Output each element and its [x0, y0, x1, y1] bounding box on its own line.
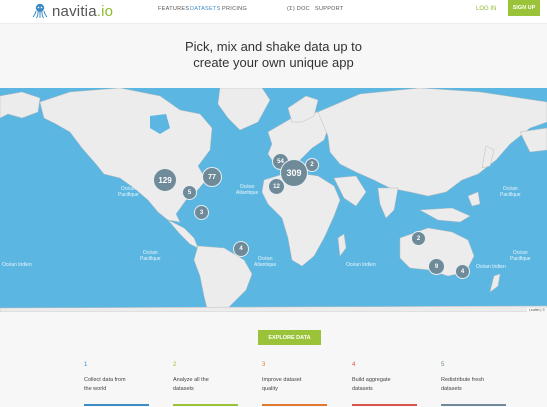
map-cluster-marker[interactable]: 3	[194, 205, 209, 220]
step-underline	[441, 404, 506, 406]
logo[interactable]: navitia.io	[31, 1, 113, 21]
step-item: 5 Redistribute fresh datasets	[441, 362, 511, 406]
world-map[interactable]: Océan Pacifique Océan Atlantique Océan Paci…	[0, 88, 547, 312]
step-item: 2 Analyze all the datasets	[173, 362, 243, 406]
map-cluster-marker[interactable]: 5	[182, 185, 197, 200]
ocean-label-pacifique-nw: Océan Pacifique	[500, 186, 521, 198]
step-underline	[262, 404, 327, 406]
logo-suffix: .io	[96, 2, 114, 20]
step-number: 5	[441, 362, 445, 368]
octopus-logo-icon	[32, 3, 48, 19]
step-description: Analyze all the datasets	[173, 377, 209, 392]
map-cluster-marker[interactable]: 2	[411, 231, 426, 246]
logo-text: navitia	[52, 2, 97, 20]
ocean-label-indien-center: Océan Indien	[346, 262, 376, 268]
nav-pricing[interactable]: PRICING	[222, 6, 247, 12]
step-number: 3	[262, 362, 266, 368]
nav-doc[interactable]: (Σ) DOC	[287, 6, 310, 12]
ocean-label-atlantique-n: Océan Atlantique	[236, 184, 259, 196]
ocean-label-pacifique-ne: Océan Pacifique	[118, 186, 139, 198]
page-headline: Pick, mix and shake data up to create yo…	[0, 39, 547, 71]
step-item: 3 Improve dataset quality	[262, 362, 332, 406]
step-underline	[84, 404, 149, 406]
step-underline	[352, 404, 417, 406]
map-cluster-marker[interactable]: 77	[202, 167, 222, 187]
step-item: 4 Build aggregate datasets	[352, 362, 422, 406]
nav-datasets[interactable]: DATASETS	[190, 6, 221, 12]
step-number: 2	[173, 362, 177, 368]
map-cluster-marker[interactable]: 4	[455, 264, 470, 279]
nav-features[interactable]: FEATURES	[158, 6, 189, 12]
ocean-label-pacifique-se: Océan Pacifique	[140, 250, 161, 262]
step-description: Improve dataset quality	[262, 377, 302, 392]
map-cluster-marker[interactable]: 129	[153, 168, 177, 192]
headline-line-1: Pick, mix and shake data up to	[184, 39, 363, 54]
ocean-label-indien-left: Océan Indien	[2, 262, 32, 268]
step-item: 1 Collect data from the world	[84, 362, 154, 406]
step-number: 4	[352, 362, 356, 368]
step-underline	[173, 404, 238, 406]
step-description: Collect data from the world	[84, 377, 126, 392]
step-description: Build aggregate datasets	[352, 377, 391, 392]
ocean-label-pacifique-sw: Océan Pacifique	[510, 250, 531, 262]
map-cluster-marker[interactable]: 12	[268, 178, 285, 195]
ocean-label-indien-right: Océan Indien	[476, 264, 506, 270]
map-attribution[interactable]: Leaflet | ©	[527, 308, 547, 312]
ocean-label-atlantique-s: Océan Atlantique	[254, 256, 277, 268]
map-cluster-marker[interactable]: 4	[233, 241, 249, 257]
explore-data-button[interactable]: EXPLORE DATA	[258, 330, 321, 345]
map-cluster-marker[interactable]: 9	[428, 258, 445, 275]
login-link[interactable]: LOG IN	[476, 6, 496, 12]
headline-line-2: create your own unique app	[193, 55, 354, 70]
top-navbar: navitia.io FEATURES DATASETS PRICING (Σ)…	[0, 0, 547, 24]
step-description: Redistribute fresh datasets	[441, 377, 485, 392]
step-number: 1	[84, 362, 88, 368]
nav-support[interactable]: SUPPORT	[315, 6, 344, 12]
signup-button[interactable]: SIGN UP	[508, 0, 540, 16]
